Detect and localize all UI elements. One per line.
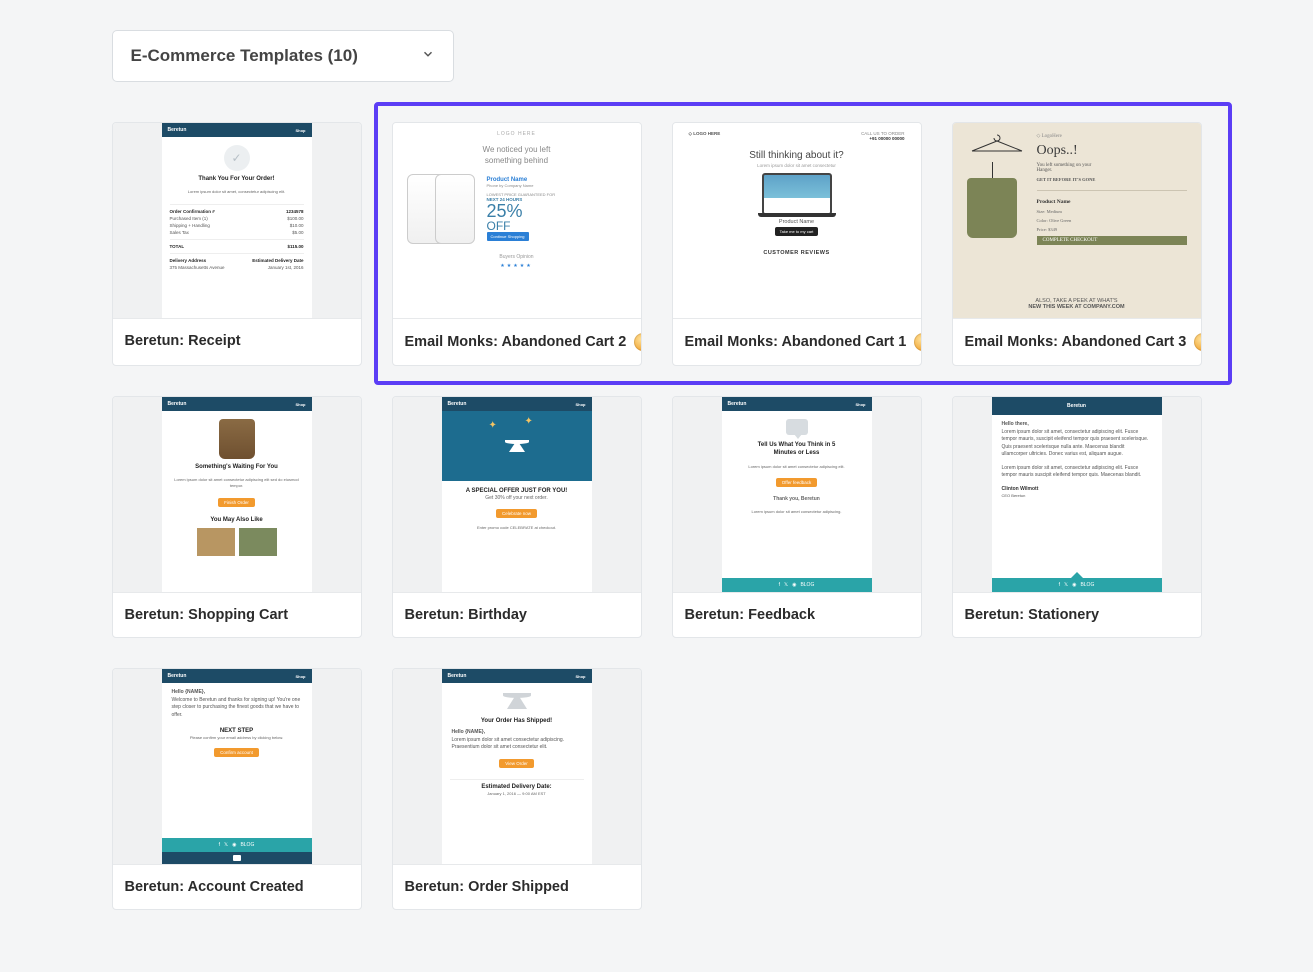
template-title: Email Monks: Abandoned Cart 3 xyxy=(965,334,1187,350)
template-preview: BeretunShop ✦ ✦ A SPECIAL OFFER JUST FOR… xyxy=(393,397,641,592)
template-card-abandoned-cart-3[interactable]: ◇ LogoHere Oops..! You left something on… xyxy=(952,122,1202,366)
template-preview: BeretunShop Hello {NAME}, Welcome to Ber… xyxy=(113,669,361,864)
author-badge-icon xyxy=(914,333,920,351)
template-card-abandoned-cart-2[interactable]: LOGO HERE We noticed you left something … xyxy=(392,122,642,366)
template-preview: BeretunShop Tell Us What You Think in 5 … xyxy=(673,397,921,592)
template-preview: BeretunShop Something's Waiting For You … xyxy=(113,397,361,592)
template-card-feedback[interactable]: BeretunShop Tell Us What You Think in 5 … xyxy=(672,396,922,638)
template-card-birthday[interactable]: BeretunShop ✦ ✦ A SPECIAL OFFER JUST FOR… xyxy=(392,396,642,638)
author-badge-icon xyxy=(634,333,640,351)
template-preview: ◇ LOGO HERE CALL US TO ORDER+91 00000 00… xyxy=(673,123,921,318)
template-card-abandoned-cart-1[interactable]: ◇ LOGO HERE CALL US TO ORDER+91 00000 00… xyxy=(672,122,922,366)
hanger-icon xyxy=(967,133,1027,153)
template-title: Beretun: Stationery xyxy=(965,607,1100,623)
template-title: Beretun: Birthday xyxy=(405,607,527,623)
chevron-down-icon xyxy=(421,46,435,66)
template-card-receipt[interactable]: BeretunShop ✓ Thank You For Your Order! … xyxy=(112,122,362,366)
sailboat-icon xyxy=(507,693,527,709)
template-title: Beretun: Receipt xyxy=(125,333,241,349)
speech-bubble-icon xyxy=(786,419,808,435)
template-title: Beretun: Feedback xyxy=(685,607,816,623)
template-preview: BeretunShop Your Order Has Shipped! Hell… xyxy=(393,669,641,864)
author-badge-icon xyxy=(1194,333,1200,351)
template-card-stationery[interactable]: Beretun Hello there, Lorem ipsum dolor s… xyxy=(952,396,1202,638)
template-title: Beretun: Shopping Cart xyxy=(125,607,289,623)
template-preview: BeretunShop ✓ Thank You For Your Order! … xyxy=(113,123,361,318)
template-card-account-created[interactable]: BeretunShop Hello {NAME}, Welcome to Ber… xyxy=(112,668,362,910)
template-preview: ◇ LogoHere Oops..! You left something on… xyxy=(953,123,1201,318)
template-grid: BeretunShop ✓ Thank You For Your Order! … xyxy=(112,122,1202,910)
category-dropdown[interactable]: E-Commerce Templates (10) xyxy=(112,30,454,82)
template-title: Beretun: Order Shipped xyxy=(405,879,569,895)
template-card-order-shipped[interactable]: BeretunShop Your Order Has Shipped! Hell… xyxy=(392,668,642,910)
template-preview: LOGO HERE We noticed you left something … xyxy=(393,123,641,318)
template-title: Email Monks: Abandoned Cart 2 xyxy=(405,334,627,350)
dropdown-label: E-Commerce Templates (10) xyxy=(131,46,358,66)
template-title: Email Monks: Abandoned Cart 1 xyxy=(685,334,907,350)
template-title: Beretun: Account Created xyxy=(125,879,304,895)
template-card-shopping-cart[interactable]: BeretunShop Something's Waiting For You … xyxy=(112,396,362,638)
template-preview: Beretun Hello there, Lorem ipsum dolor s… xyxy=(953,397,1201,592)
